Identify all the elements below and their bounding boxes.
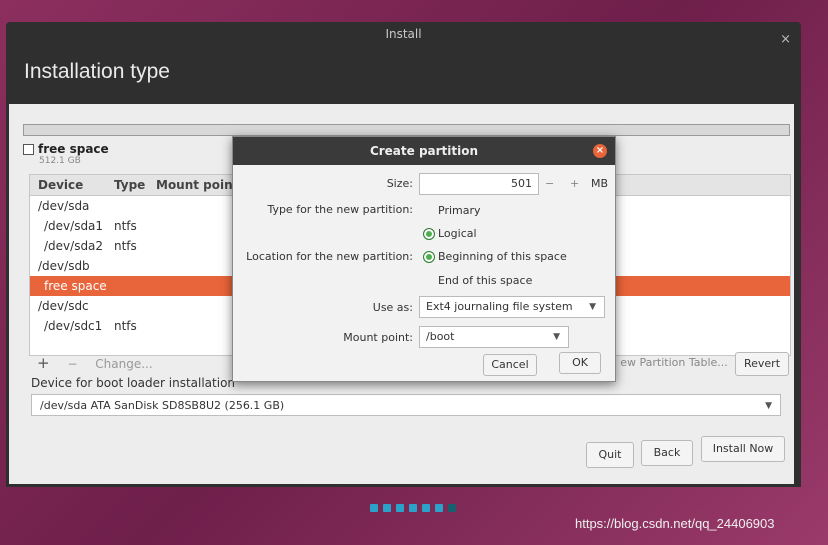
- location-label: Location for the new partition:: [246, 250, 413, 263]
- radio-on-icon: [423, 251, 435, 263]
- bootloader-value: /dev/sda ATA SanDisk SD8SB8U2 (256.1 GB): [40, 399, 285, 412]
- progress-dot: [383, 504, 391, 512]
- install-now-button[interactable]: Install Now: [701, 436, 785, 462]
- dialog-titlebar: Create partition ×: [233, 137, 615, 165]
- progress-dot: [435, 504, 443, 512]
- size-label: Size:: [386, 177, 413, 190]
- col-device[interactable]: Device: [38, 178, 83, 192]
- type-primary-radio[interactable]: Primary: [423, 204, 481, 217]
- free-space-size: 512.1 GB: [39, 156, 81, 166]
- close-icon[interactable]: ×: [780, 28, 791, 52]
- row-type: ntfs: [114, 239, 137, 253]
- location-end-radio[interactable]: End of this space: [423, 274, 532, 287]
- remove-partition-button[interactable]: −: [67, 357, 77, 371]
- type-logical-radio[interactable]: Logical: [423, 227, 477, 240]
- dialog-title: Create partition: [369, 144, 479, 158]
- back-button[interactable]: Back: [641, 440, 693, 466]
- mount-point-label: Mount point:: [343, 331, 413, 344]
- size-input[interactable]: 501: [419, 173, 539, 195]
- type-primary-label: Primary: [438, 204, 481, 217]
- size-decrease-button[interactable]: −: [545, 177, 554, 190]
- cancel-button[interactable]: Cancel: [483, 354, 537, 376]
- quit-button[interactable]: Quit: [586, 442, 634, 468]
- create-partition-dialog: Create partition × Size: 501 − + MB Type…: [232, 136, 616, 382]
- row-device: /dev/sda: [38, 199, 90, 213]
- progress-dot: [409, 504, 417, 512]
- ok-button[interactable]: OK: [559, 352, 601, 374]
- chevron-down-icon: ▼: [589, 302, 596, 312]
- partition-toolbar: + − Change...: [37, 354, 167, 372]
- size-unit: MB: [591, 177, 609, 190]
- free-space-label: free space: [38, 142, 109, 156]
- chevron-down-icon: ▼: [765, 401, 772, 411]
- col-mount-point[interactable]: Mount point: [156, 178, 238, 192]
- disk-usage-bar: [23, 124, 790, 136]
- location-begin-radio[interactable]: Beginning of this space: [423, 250, 567, 263]
- chevron-down-icon: ▼: [553, 332, 560, 342]
- radio-on-icon: [423, 228, 435, 240]
- row-device: /dev/sda2: [44, 239, 104, 253]
- free-space-legend: free space 512.1 GB: [23, 142, 109, 166]
- use-as-value: Ext4 journaling file system: [426, 300, 573, 313]
- watermark-url: https://blog.csdn.net/qq_24406903: [575, 516, 775, 531]
- progress-dot: [448, 504, 456, 512]
- row-type: ntfs: [114, 319, 137, 333]
- mount-point-input[interactable]: /boot ▼: [419, 326, 569, 348]
- size-increase-button[interactable]: +: [570, 177, 579, 190]
- new-partition-table-button[interactable]: ew Partition Table...: [615, 352, 733, 374]
- add-partition-button[interactable]: +: [37, 354, 50, 372]
- row-type: ntfs: [114, 219, 137, 233]
- row-device: /dev/sda1: [44, 219, 104, 233]
- type-logical-label: Logical: [438, 227, 477, 240]
- bootloader-select[interactable]: /dev/sda ATA SanDisk SD8SB8U2 (256.1 GB)…: [31, 394, 781, 416]
- progress-dot: [396, 504, 404, 512]
- location-begin-label: Beginning of this space: [438, 250, 567, 263]
- type-label: Type for the new partition:: [267, 203, 413, 216]
- close-icon[interactable]: ×: [593, 144, 607, 158]
- col-type[interactable]: Type: [114, 178, 145, 192]
- row-device: /dev/sdb: [38, 259, 90, 273]
- location-end-label: End of this space: [438, 274, 533, 287]
- progress-dot: [422, 504, 430, 512]
- use-as-label: Use as:: [372, 301, 413, 314]
- row-device: /dev/sdc1: [44, 319, 103, 333]
- progress-dots: [370, 497, 461, 516]
- revert-button[interactable]: Revert: [735, 352, 789, 376]
- use-as-select[interactable]: Ext4 journaling file system ▼: [419, 296, 605, 318]
- row-device: free space: [44, 279, 107, 293]
- bootloader-label: Device for boot loader installation: [31, 376, 236, 390]
- page-title: Installation type: [24, 60, 170, 83]
- change-partition-button[interactable]: Change...: [95, 357, 152, 371]
- progress-dot: [370, 504, 378, 512]
- mount-point-value: /boot: [426, 330, 455, 343]
- window-title: Install: [385, 27, 422, 41]
- row-device: /dev/sdc: [38, 299, 89, 313]
- window-titlebar: Install ×: [6, 22, 801, 50]
- free-space-swatch-icon: [23, 144, 34, 155]
